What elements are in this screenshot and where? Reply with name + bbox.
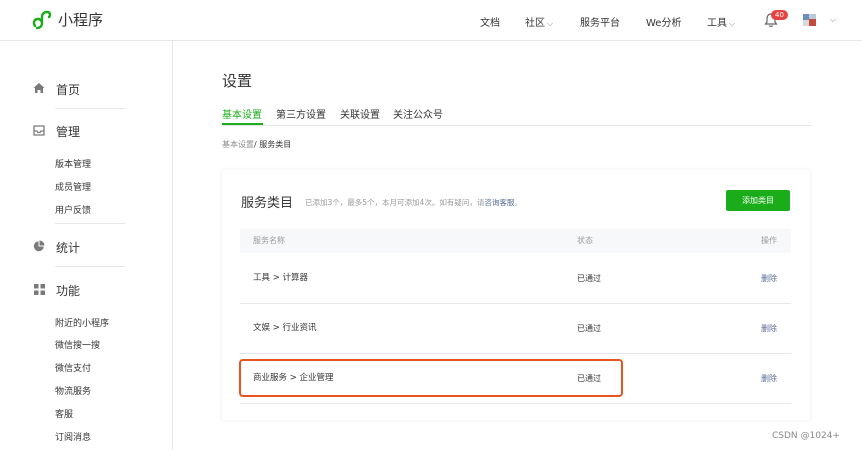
watermark: CSDN @1024+	[772, 431, 840, 441]
nav-tools[interactable]: 工具 ⌵	[707, 14, 735, 29]
chevron-down-icon: ⌵	[547, 19, 554, 28]
inbox-icon	[32, 124, 46, 139]
sidebar-item-customer-service[interactable]: 客服	[55, 407, 73, 420]
sidebar-item-version-manage[interactable]: 版本管理	[55, 157, 91, 170]
account-chevron[interactable]: ⌵	[828, 14, 836, 25]
home-icon	[32, 82, 46, 97]
tab-follow-official-account[interactable]: 关注公众号	[393, 106, 443, 121]
logo[interactable]: 小程序	[32, 9, 103, 30]
category-status: 已通过	[577, 274, 601, 283]
card-hint-text: 已添加3个，最多5个，本月可添加4次。如有疑问，请	[305, 198, 485, 207]
sidebar-item-stats[interactable]: 统计	[32, 239, 80, 256]
category-status: 已通过	[577, 324, 601, 333]
sidebar-item-logistics[interactable]: 物流服务	[55, 384, 91, 397]
sidebar-item-wechat-search[interactable]: 微信搜一搜	[55, 338, 100, 351]
tab-third-party-settings[interactable]: 第三方设置	[276, 106, 326, 121]
sidebar-divider	[55, 223, 125, 224]
sidebar-item-manage[interactable]: 管理	[32, 123, 80, 140]
nav-we-analytics[interactable]: We分析	[646, 14, 681, 29]
sidebar-item-label: 功能	[56, 284, 81, 298]
grid-icon	[32, 283, 46, 298]
sidebar-item-user-feedback[interactable]: 用户反馈	[55, 203, 91, 216]
chevron-down-icon: ⌵	[729, 19, 736, 28]
pie-chart-icon	[32, 240, 46, 255]
sidebar-divider	[55, 266, 125, 267]
add-category-button[interactable]: 添加类目	[726, 190, 790, 211]
delete-link[interactable]: 删除	[761, 354, 777, 403]
sidebar-item-home[interactable]: 首页	[32, 81, 80, 98]
breadcrumb-parent[interactable]: 基本设置	[222, 140, 254, 149]
sidebar: 首页 管理 版本管理 成员管理 用户反馈 统计 功能 附近的小程序 微信搜一搜 …	[0, 41, 173, 450]
sidebar-item-label: 首页	[56, 83, 81, 97]
nav-community[interactable]: 社区 ⌵	[525, 14, 553, 29]
tab-association-settings[interactable]: 关联设置	[340, 106, 380, 121]
consult-support-link[interactable]: 咨询客服	[484, 198, 514, 207]
card-title: 服务类目	[241, 196, 294, 211]
top-bar: 小程序 文档 社区 ⌵ 服务平台 We分析 工具 ⌵ 40 ⌵	[0, 0, 862, 41]
breadcrumb-current: 服务类目	[259, 140, 292, 149]
sidebar-item-label: 管理	[56, 125, 81, 139]
table-row: 工具 > 计算器 已通过 删除	[240, 254, 791, 304]
sidebar-divider	[55, 108, 125, 109]
nav-tools-label: 工具	[707, 18, 727, 29]
column-header-action: 操作	[761, 236, 777, 245]
logo-text: 小程序	[58, 11, 104, 29]
sidebar-item-member-manage[interactable]: 成员管理	[55, 180, 91, 193]
nav-we-analytics-label: We分析	[646, 18, 682, 29]
delete-link[interactable]: 删除	[761, 254, 777, 303]
card-hint-end: 。	[514, 198, 522, 207]
delete-link[interactable]: 删除	[761, 304, 777, 353]
breadcrumb: 基本设置/ 服务类目	[222, 139, 291, 150]
nav-service-platform-label: 服务平台	[580, 18, 620, 29]
highlight-annotation-box	[239, 359, 623, 397]
table-header: 服务名称 状态 操作	[240, 229, 791, 253]
settings-tabs: 基本设置 第三方设置 关联设置 关注公众号	[222, 106, 812, 126]
column-header-name: 服务名称	[253, 236, 285, 245]
nav-service-platform[interactable]: 服务平台	[580, 14, 620, 29]
sidebar-item-wechat-pay[interactable]: 微信支付	[55, 361, 91, 374]
nav-community-label: 社区	[525, 18, 545, 29]
sidebar-item-features[interactable]: 功能	[32, 282, 80, 299]
tab-basic-settings[interactable]: 基本设置	[222, 106, 262, 121]
nav-docs-label: 文档	[480, 18, 500, 29]
category-name: 工具 > 计算器	[253, 273, 309, 283]
active-tab-indicator	[222, 123, 263, 125]
page-title: 设置	[222, 72, 253, 90]
miniprogram-logo-icon	[32, 10, 52, 30]
sidebar-item-subscribe-message[interactable]: 订阅消息	[55, 430, 91, 443]
account-avatar-icon[interactable]	[803, 14, 823, 26]
sidebar-item-label: 统计	[56, 241, 81, 255]
card-hint: 已添加3个，最多5个，本月可添加4次。如有疑问，请咨询客服。	[305, 197, 522, 208]
nav-docs[interactable]: 文档	[480, 14, 500, 29]
category-name: 文娱 > 行业资讯	[253, 323, 317, 333]
column-header-status: 状态	[577, 236, 593, 245]
chevron-down-icon: ⌵	[830, 15, 837, 24]
sidebar-item-nearby-miniprogram[interactable]: 附近的小程序	[55, 316, 109, 329]
notification-badge[interactable]: 40	[771, 10, 788, 20]
table-row: 文娱 > 行业资讯 已通过 删除	[240, 304, 791, 354]
